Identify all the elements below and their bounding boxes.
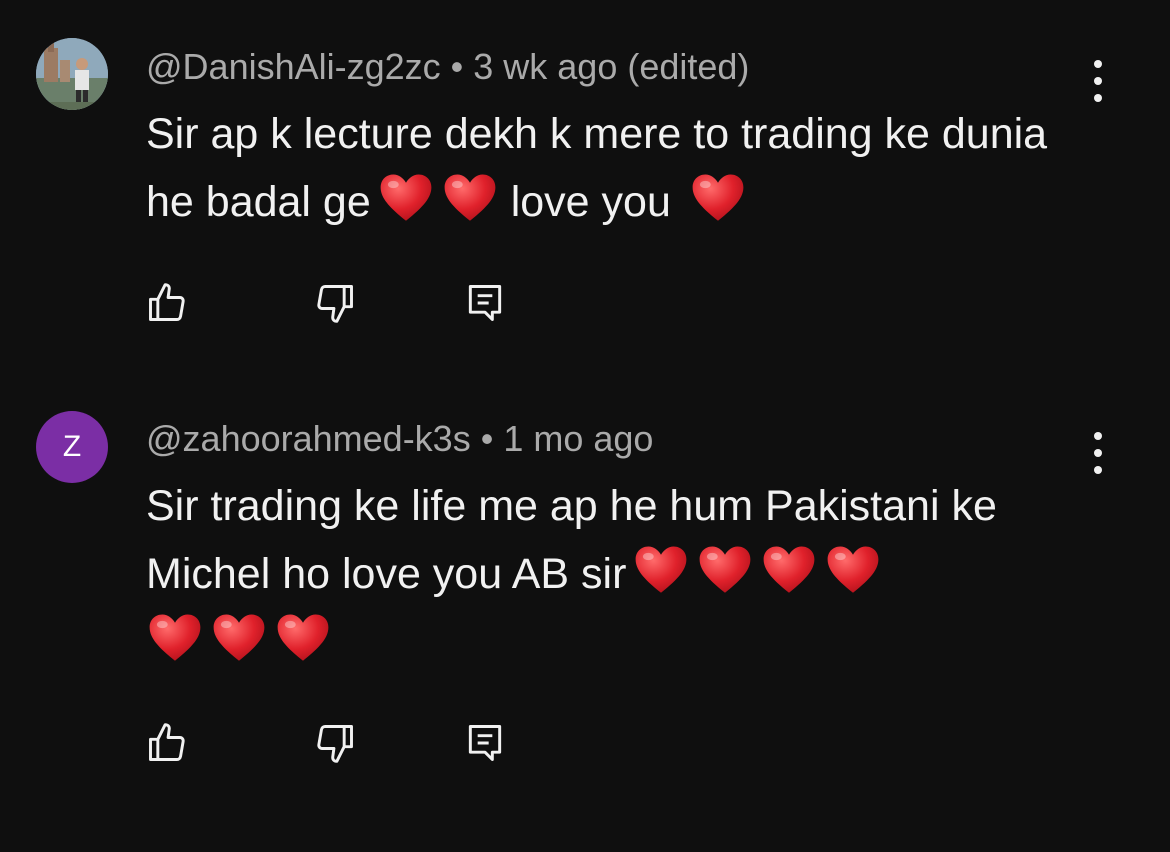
dot — [1094, 449, 1102, 457]
profile-photo-icon — [36, 38, 108, 110]
dislike-icon — [317, 285, 353, 323]
comment-text: Sir ap k lecture dekh k mere to trading … — [146, 100, 1066, 236]
heart-emoji-icon — [689, 170, 747, 228]
author-name[interactable]: @DanishAli-zg2zc — [146, 46, 441, 87]
reply-icon — [468, 725, 502, 761]
heart-emoji-icon — [274, 610, 332, 668]
reply-button[interactable] — [458, 718, 512, 768]
comment-header: @DanishAli-zg2zc • 3 wk ago (edited) — [146, 45, 749, 89]
heart-emoji-icon — [760, 542, 818, 600]
heart-emoji-icon — [210, 610, 268, 668]
reply-icon — [468, 285, 502, 321]
separator: • — [480, 418, 494, 459]
more-options-button[interactable] — [1082, 428, 1114, 478]
dot — [1094, 60, 1102, 68]
dot — [1094, 77, 1102, 85]
timestamp[interactable]: 3 wk ago (edited) — [473, 46, 749, 87]
timestamp[interactable]: 1 mo ago — [503, 418, 653, 459]
like-icon — [149, 723, 185, 761]
dislike-button[interactable] — [308, 718, 362, 768]
comment-text: Sir trading ke life me ap he hum Pakista… — [146, 472, 1066, 676]
separator: • — [450, 46, 464, 87]
heart-emoji-icon — [146, 610, 204, 668]
reply-button[interactable] — [458, 278, 512, 328]
heart-emoji-icon — [441, 170, 499, 228]
dot — [1094, 432, 1102, 440]
like-button[interactable] — [140, 278, 194, 328]
dot — [1094, 466, 1102, 474]
comment-header: @zahoorahmed-k3s • 1 mo ago — [146, 417, 653, 461]
like-button[interactable] — [140, 718, 194, 768]
dot — [1094, 94, 1102, 102]
comment-text-part: love you — [510, 178, 671, 226]
heart-emoji-icon — [632, 542, 690, 600]
avatar[interactable] — [36, 38, 108, 110]
more-options-button[interactable] — [1082, 56, 1114, 106]
avatar[interactable]: Z — [36, 411, 108, 483]
dislike-icon — [317, 725, 353, 763]
heart-emoji-icon — [377, 170, 435, 228]
like-icon — [149, 283, 185, 321]
heart-emoji-icon — [824, 542, 882, 600]
heart-emoji-icon — [696, 542, 754, 600]
avatar-letter: Z — [62, 430, 82, 463]
dislike-button[interactable] — [308, 278, 362, 328]
author-name[interactable]: @zahoorahmed-k3s — [146, 418, 471, 459]
